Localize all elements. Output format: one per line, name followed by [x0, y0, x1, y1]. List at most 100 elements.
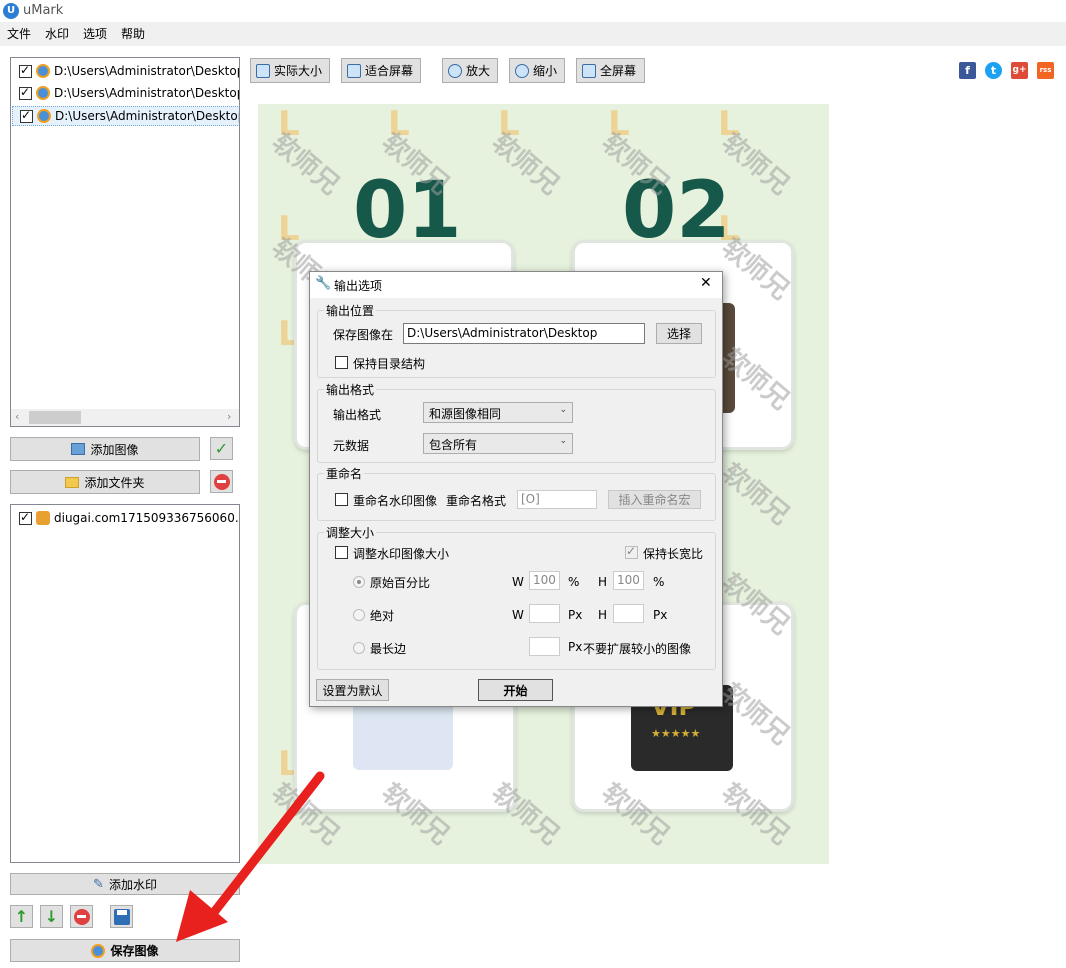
- item-checkbox[interactable]: [19, 85, 32, 100]
- menu-help[interactable]: 帮助: [121, 25, 145, 42]
- original-percent-label: 原始百分比: [370, 576, 431, 590]
- longest-side-field[interactable]: [529, 637, 560, 656]
- palette-icon: [36, 511, 50, 525]
- absolute-radio[interactable]: [353, 609, 365, 621]
- longest-side-unit: Px: [568, 640, 583, 654]
- metadata-select[interactable]: 包含所有 ⌄: [423, 433, 573, 454]
- item-path: D:\Users\Administrator\Desktop: [55, 109, 240, 123]
- actual-size-icon: [256, 63, 270, 78]
- add-image-button[interactable]: 添加图像: [10, 437, 200, 461]
- delete-watermark-button[interactable]: [70, 905, 93, 928]
- keep-aspect-checkbox[interactable]: [625, 544, 638, 559]
- fullscreen-button[interactable]: 全屏幕: [576, 58, 645, 83]
- width-percent-field[interactable]: 100: [529, 571, 560, 590]
- menu-bar: 文件 水印 选项 帮助: [0, 22, 1066, 46]
- output-location-group: 输出位置 保存图像在 D:\Users\Administrator\Deskto…: [317, 302, 716, 378]
- rss-icon[interactable]: rss: [1037, 62, 1054, 79]
- arrow-down-icon: ↓: [44, 907, 59, 926]
- keep-structure-checkbox[interactable]: [335, 356, 348, 369]
- watermark-text: 软师兄: [715, 457, 795, 531]
- resize-checkbox[interactable]: [335, 546, 348, 559]
- zoom-out-label: 缩小: [533, 64, 558, 78]
- google-plus-icon[interactable]: g+: [1011, 62, 1028, 79]
- rename-pattern-field[interactable]: [O]: [517, 490, 597, 509]
- absolute-height-field[interactable]: [613, 604, 644, 623]
- image-list[interactable]: D:\Users\Administrator\Desktop D:\Users\…: [10, 57, 240, 427]
- fit-screen-button[interactable]: 适合屏幕: [341, 58, 421, 83]
- item-checkbox[interactable]: [19, 63, 32, 78]
- facebook-icon[interactable]: f: [959, 62, 976, 79]
- dialog-title-bar: 🔧 输出选项 ✕: [310, 272, 722, 298]
- rename-checkbox-label: 重命名水印图像: [353, 494, 438, 508]
- format-label: 输出格式: [333, 408, 382, 422]
- scroll-right-icon[interactable]: ›: [227, 410, 231, 423]
- rename-checkbox[interactable]: [335, 493, 348, 506]
- original-percent-radio[interactable]: [353, 576, 365, 588]
- rename-title: 重命名: [324, 465, 365, 482]
- rename-group: 重命名 重命名水印图像 重命名格式 [O] 插入重命名宏: [317, 465, 716, 521]
- twitter-icon[interactable]: t: [985, 62, 1002, 79]
- item-checkbox[interactable]: [20, 108, 33, 123]
- move-up-button[interactable]: ↑: [10, 905, 33, 928]
- add-folder-button[interactable]: 添加文件夹: [10, 470, 200, 494]
- absolute-height-unit: Px: [653, 608, 668, 622]
- save-image-label: 保存图像: [110, 944, 159, 958]
- list-item[interactable]: diugai.com171509336756060.p: [19, 508, 240, 528]
- vip-stars: ★★★★★: [651, 727, 701, 740]
- zoom-in-icon: [448, 63, 462, 78]
- width-percent-unit: %: [568, 575, 580, 589]
- fullscreen-icon: [582, 63, 596, 78]
- dialog-title: 输出选项: [334, 279, 383, 293]
- move-down-button[interactable]: ↓: [40, 905, 63, 928]
- menu-options[interactable]: 选项: [83, 25, 107, 42]
- resize-group: 调整大小 调整水印图像大小 保持长宽比 原始百分比 W 100 % H 100 …: [317, 524, 716, 670]
- format-select[interactable]: 和源图像相同 ⌄: [423, 402, 573, 423]
- remove-button[interactable]: [210, 470, 233, 493]
- save-watermark-button[interactable]: [110, 905, 133, 928]
- no-enlarge-label: 不要扩展较小的图像: [583, 642, 692, 656]
- fit-screen-label: 适合屏幕: [365, 64, 414, 78]
- width-label: W: [512, 575, 524, 589]
- longest-side-radio[interactable]: [353, 642, 365, 654]
- list-item[interactable]: D:\Users\Administrator\Desktop: [19, 61, 239, 81]
- actual-size-button[interactable]: 实际大小: [250, 58, 330, 83]
- absolute-height-label: H: [598, 608, 608, 622]
- list-item-selected[interactable]: D:\Users\Administrator\Desktop: [12, 106, 240, 126]
- height-label: H: [598, 575, 608, 589]
- menu-file[interactable]: 文件: [7, 25, 31, 42]
- resize-checkbox-label: 调整水印图像大小: [353, 547, 450, 561]
- height-percent-field[interactable]: 100: [613, 571, 644, 590]
- add-folder-label: 添加文件夹: [84, 475, 145, 490]
- browse-button[interactable]: 选择: [656, 323, 702, 344]
- insert-macro-button[interactable]: 插入重命名宏: [608, 490, 701, 509]
- absolute-width-field[interactable]: [529, 604, 560, 623]
- zoom-out-icon: [515, 63, 529, 78]
- zoom-in-button[interactable]: 放大: [442, 58, 498, 83]
- zoom-out-button[interactable]: 缩小: [509, 58, 565, 83]
- horizontal-scrollbar[interactable]: ‹ ›: [11, 409, 239, 426]
- pin-icon: ✎: [93, 876, 104, 892]
- output-format-title: 输出格式: [324, 381, 377, 398]
- menu-watermark[interactable]: 水印: [45, 25, 69, 42]
- arrow-shaft: [203, 771, 325, 925]
- scroll-left-icon[interactable]: ‹: [15, 410, 19, 423]
- output-format-group: 输出格式 输出格式 和源图像相同 ⌄ 元数据 包含所有 ⌄: [317, 381, 716, 463]
- output-path-field[interactable]: D:\Users\Administrator\Desktop: [403, 323, 645, 344]
- fullscreen-label: 全屏幕: [600, 64, 637, 78]
- close-icon[interactable]: ✕: [700, 275, 712, 291]
- title-bar: U uMark: [0, 0, 1066, 22]
- set-default-button[interactable]: 设置为默认: [316, 679, 389, 701]
- save-in-label: 保存图像在: [333, 328, 394, 342]
- list-item[interactable]: D:\Users\Administrator\Desktop: [19, 83, 239, 103]
- zoom-in-label: 放大: [466, 64, 491, 78]
- start-button[interactable]: 开始: [478, 679, 553, 701]
- format-value: 和源图像相同: [429, 407, 502, 421]
- watermark-checkbox[interactable]: [19, 510, 32, 525]
- watermark-filename: diugai.com171509336756060.p: [54, 511, 240, 525]
- scroll-thumb[interactable]: [29, 411, 81, 424]
- metadata-value: 包含所有: [429, 438, 478, 452]
- add-image-label: 添加图像: [90, 442, 139, 457]
- fit-screen-icon: [347, 63, 361, 78]
- actual-size-label: 实际大小: [274, 64, 323, 78]
- confirm-check-button[interactable]: ✓: [210, 437, 233, 460]
